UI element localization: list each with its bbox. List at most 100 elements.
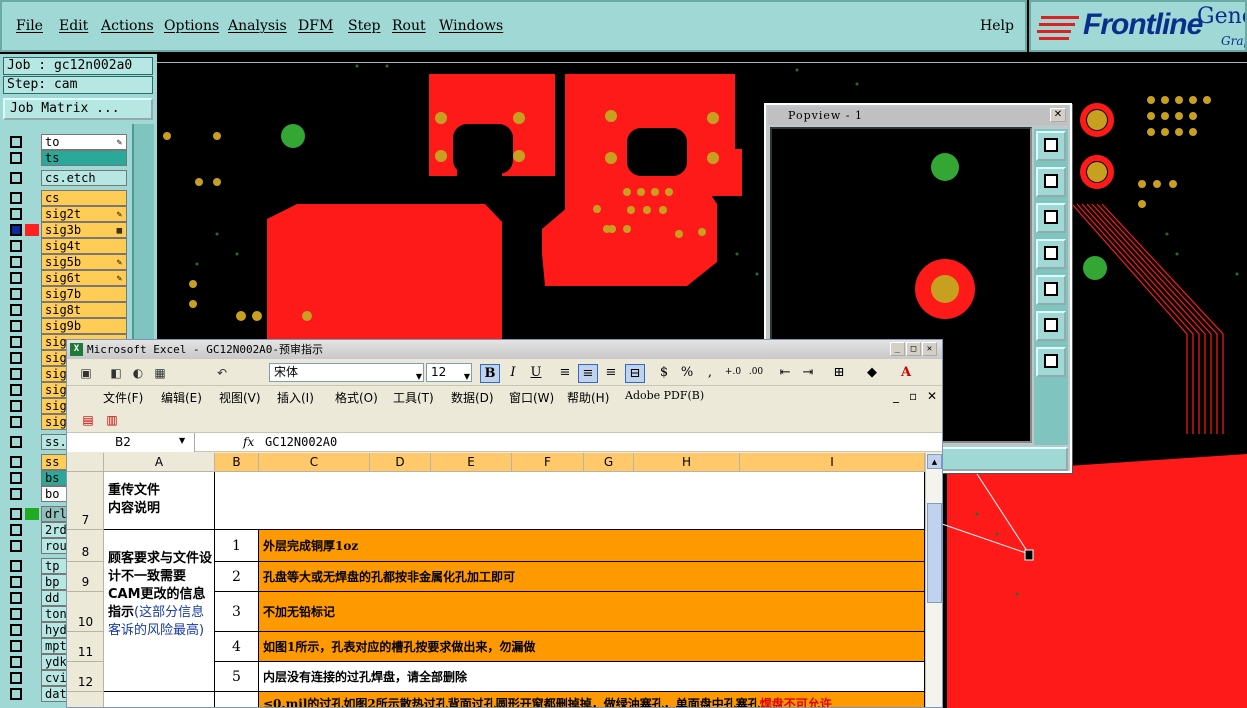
layer-checkbox[interactable]	[10, 488, 22, 500]
restore-icon[interactable]: □	[906, 342, 921, 356]
cell-a8-group-label[interactable]: 顾客要求与文件设计不一致需要CAM更改的信息指示(这部分信息客诉的风险最高)	[104, 530, 215, 692]
excel-menu-format[interactable]: 格式(O)	[335, 389, 378, 406]
underline-button[interactable]: U	[526, 364, 546, 383]
layer-color-swatch[interactable]	[25, 224, 39, 236]
layer-row[interactable]: sig3b ▦	[3, 222, 129, 238]
menu-step[interactable]: Step	[348, 18, 380, 34]
layer-checkbox[interactable]	[10, 152, 22, 164]
cell-a13[interactable]	[104, 692, 215, 707]
menu-file[interactable]: File	[16, 18, 43, 34]
borders-icon[interactable]: ⊞	[829, 364, 849, 383]
layer-checkbox[interactable]	[10, 288, 22, 300]
layer-checkbox[interactable]	[10, 416, 22, 428]
item-text[interactable]: 内层没有连接的过孔焊盘，请全部删除	[259, 662, 925, 692]
layer-checkbox[interactable]	[10, 320, 22, 332]
layer-row[interactable]: sig4t	[3, 238, 129, 254]
column-header-f[interactable]: F	[512, 453, 584, 472]
layer-color-swatch[interactable]	[25, 656, 39, 668]
row-header[interactable]: 7	[67, 472, 104, 530]
align-center-icon[interactable]: ≡	[578, 364, 598, 383]
excel-menu-view[interactable]: 视图(V)	[219, 389, 261, 406]
layer-color-swatch[interactable]	[25, 416, 39, 428]
layer-color-swatch[interactable]	[25, 336, 39, 348]
row-header[interactable]	[67, 692, 104, 707]
layer-row[interactable]: ts	[3, 150, 129, 166]
layer-checkbox[interactable]	[10, 656, 22, 668]
layer-color-swatch[interactable]	[25, 192, 39, 204]
doc-minimize-icon[interactable]: _	[893, 389, 899, 403]
item-text[interactable]: 孔盘等大或无焊盘的孔都按非金属化孔加工即可	[259, 562, 925, 592]
menu-options[interactable]: Options	[164, 18, 219, 34]
layer-color-swatch[interactable]	[25, 540, 39, 552]
item-number[interactable]: 5	[215, 662, 259, 692]
merge-center-icon[interactable]: ⊟	[625, 364, 645, 383]
layer-name[interactable]: sig3b ▦	[41, 222, 127, 238]
pdf-convert-icon[interactable]: ▤	[79, 411, 97, 429]
layer-checkbox[interactable]	[10, 560, 22, 572]
layer-row[interactable]: sig8t	[3, 302, 129, 318]
align-right-icon[interactable]: ≡	[601, 364, 621, 383]
layer-name[interactable]: ts	[41, 150, 127, 166]
font-size-select[interactable]: 12 ▼	[426, 363, 472, 382]
fx-icon[interactable]: fx	[243, 433, 254, 452]
doc-restore-icon[interactable]: ▫	[909, 389, 917, 403]
row-header[interactable]: 12	[67, 662, 104, 692]
cell-c13[interactable]: ≤0.mil的过孔如图2所示散热过孔背面过孔圆形开窗都删掉掉，做绿油塞孔，单面盘…	[259, 692, 925, 707]
layer-color-swatch[interactable]	[25, 524, 39, 536]
layer-checkbox[interactable]	[10, 304, 22, 316]
layer-color-swatch[interactable]	[25, 384, 39, 396]
layer-name[interactable]: sig6t ✎	[41, 270, 127, 286]
shape-icon[interactable]: ◐	[129, 364, 147, 382]
layer-color-swatch[interactable]	[25, 608, 39, 620]
layer-color-swatch[interactable]	[25, 624, 39, 636]
layer-checkbox[interactable]	[10, 608, 22, 620]
layer-checkbox[interactable]	[10, 688, 22, 700]
layer-color-swatch[interactable]	[25, 472, 39, 484]
layer-checkbox[interactable]	[10, 576, 22, 588]
item-text[interactable]: 不加无铅标记	[259, 592, 925, 632]
decrease-decimal-icon[interactable]: .00	[746, 364, 766, 383]
layer-checkbox[interactable]	[10, 256, 22, 268]
layer-name[interactable]: to ✎	[41, 134, 127, 150]
layer-row[interactable]: sig9b	[3, 318, 129, 334]
decrease-indent-icon[interactable]: ⇤	[775, 364, 795, 383]
scroll-thumb[interactable]	[927, 503, 942, 603]
popview-zoom-in-icon[interactable]	[1036, 311, 1066, 341]
layer-color-swatch[interactable]	[25, 672, 39, 684]
layer-checkbox[interactable]	[10, 368, 22, 380]
popview-pan-left-icon[interactable]	[1036, 239, 1066, 269]
layer-row[interactable]: to ✎	[3, 134, 129, 150]
layer-color-swatch[interactable]	[25, 320, 39, 332]
menu-rout[interactable]: Rout	[392, 18, 426, 34]
layer-color-swatch[interactable]	[25, 560, 39, 572]
layer-color-swatch[interactable]	[25, 240, 39, 252]
layer-checkbox[interactable]	[10, 192, 22, 204]
item-number[interactable]: 3	[215, 592, 259, 632]
font-name-select[interactable]: 宋体 ▼	[269, 363, 424, 382]
align-left-icon[interactable]: ≡	[555, 364, 575, 383]
layer-color-swatch[interactable]	[25, 508, 39, 520]
menu-windows[interactable]: Windows	[439, 18, 503, 34]
layer-color-swatch[interactable]	[25, 576, 39, 588]
layer-row[interactable]: sig2t ✎	[3, 206, 129, 222]
layer-color-swatch[interactable]	[25, 368, 39, 380]
excel-menu-adobe-pdf[interactable]: Adobe PDF(B)	[625, 389, 704, 402]
fill-color-icon[interactable]: ◆	[862, 364, 882, 383]
layer-checkbox[interactable]	[10, 224, 22, 236]
minimize-icon[interactable]: _	[890, 342, 905, 356]
menu-actions[interactable]: Actions	[101, 18, 154, 34]
close-icon[interactable]: ✕	[922, 342, 937, 356]
item-number[interactable]: 1	[215, 530, 259, 562]
layer-color-swatch[interactable]	[25, 208, 39, 220]
layer-checkbox[interactable]	[10, 624, 22, 636]
layer-row[interactable]: cs	[3, 190, 129, 206]
layer-color-swatch[interactable]	[25, 272, 39, 284]
picture-icon[interactable]: ▣	[77, 364, 95, 382]
column-header-b[interactable]: B	[215, 453, 259, 472]
layer-checkbox[interactable]	[10, 272, 22, 284]
item-number[interactable]: 4	[215, 632, 259, 662]
layer-row[interactable]: sig7b	[3, 286, 129, 302]
item-number[interactable]: 2	[215, 562, 259, 592]
layer-name[interactable]: sig9b	[41, 318, 127, 334]
layer-checkbox[interactable]	[10, 172, 22, 184]
